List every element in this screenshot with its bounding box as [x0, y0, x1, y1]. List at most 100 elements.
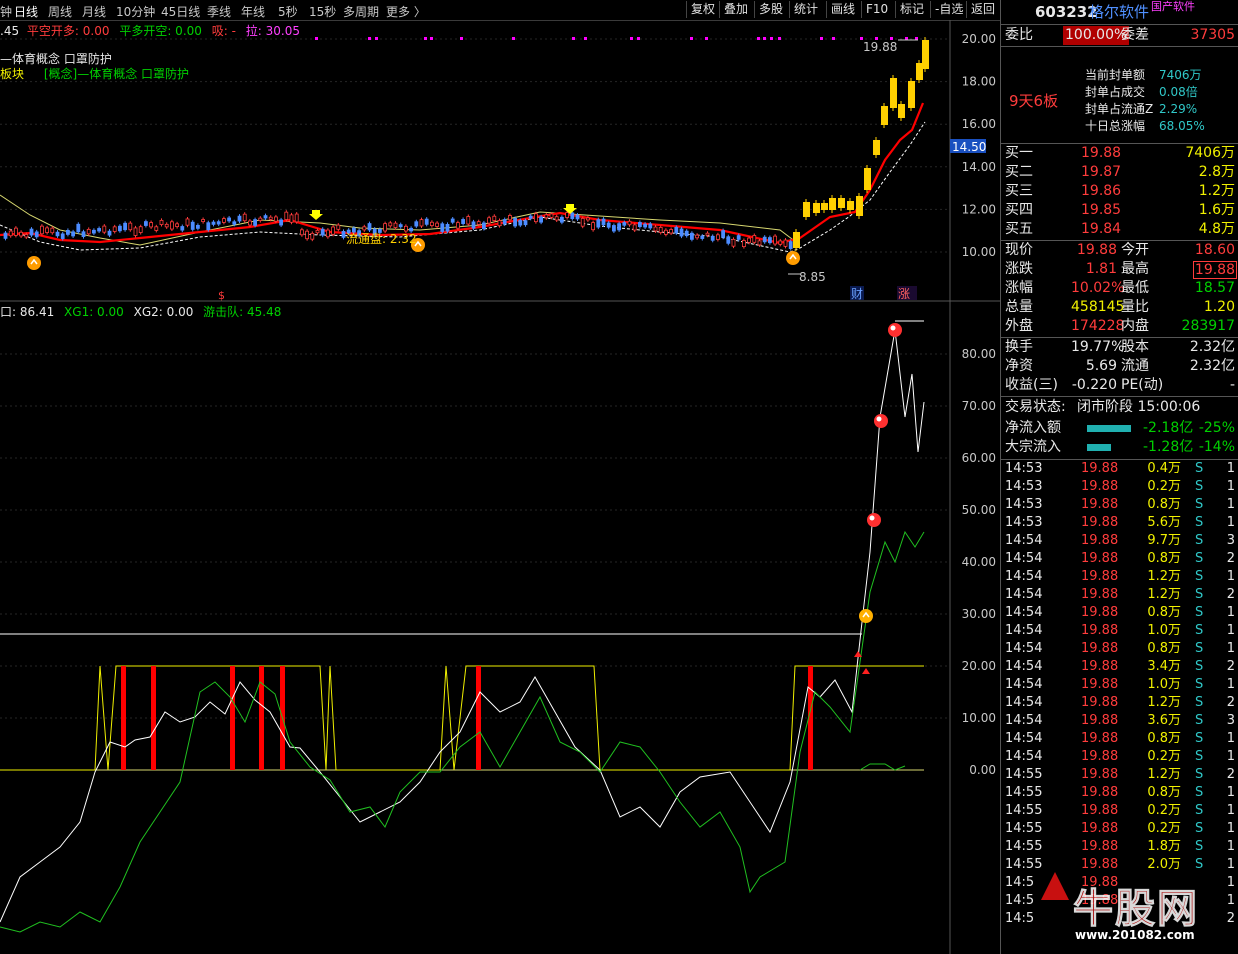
- green-indicator-line: [0, 530, 925, 933]
- signal-dot: [778, 37, 781, 40]
- candle-body: [684, 230, 689, 237]
- tick-side: S: [1195, 695, 1204, 710]
- tick-price: 19.88: [1081, 551, 1119, 566]
- bid-label: 买三: [1005, 183, 1033, 199]
- candle-body: [388, 222, 393, 227]
- f10-button[interactable]: F10: [861, 1, 892, 18]
- tick-time: 14:55: [1005, 821, 1043, 836]
- tab-weekly[interactable]: 周线: [48, 3, 72, 20]
- candle-body: [86, 228, 91, 235]
- sub-header-c: XG2: 0.00: [133, 305, 194, 319]
- candle-body: [107, 230, 112, 236]
- tab-5sec[interactable]: 5秒: [278, 3, 298, 20]
- tick-side: S: [1195, 605, 1204, 620]
- signal-dot: [584, 37, 587, 40]
- tick-time: 14:55: [1005, 803, 1043, 818]
- candle-body: [440, 223, 445, 232]
- tick-price: 19.88: [1081, 767, 1119, 782]
- tab-15sec[interactable]: 15秒: [309, 3, 336, 20]
- candle-body: [580, 218, 585, 227]
- white-indicator-line: [0, 329, 925, 923]
- tick-price: 19.88: [1081, 659, 1119, 674]
- watchlist-button[interactable]: -自选: [930, 1, 967, 18]
- indicator-chart[interactable]: 80.00 70.00 60.00 50.00 40.00 30.00 20.00 10.00…: [0, 302, 1000, 954]
- mark-button[interactable]: 标记: [895, 1, 928, 18]
- candle-body: [601, 218, 606, 226]
- flow-label: 大宗流入: [1005, 439, 1061, 455]
- candlestick-chart[interactable]: 20.00 18.00 16.00 14.00 12.00 10.00 14.50 19.88…: [0, 20, 1000, 302]
- tick-count: 3: [1226, 713, 1235, 728]
- tick-row: 14:55 19.88 0.2万 S 1: [1003, 820, 1237, 838]
- tick-count: 1: [1226, 749, 1235, 764]
- tick-volume: 3.4万: [1147, 659, 1181, 674]
- candle-body: [263, 215, 268, 219]
- stat-value-right: 1.20: [1203, 299, 1235, 315]
- candle-body: [549, 213, 554, 218]
- indicator-axis-label: 40.00: [962, 555, 996, 569]
- candle-body: [154, 226, 159, 231]
- indicator-axis-label: 70.00: [962, 399, 996, 413]
- tick-price: 19.88: [1081, 677, 1119, 692]
- tab-45day[interactable]: 45日线: [161, 3, 200, 20]
- tick-time: 14:54: [1005, 713, 1043, 728]
- tab-quarterly[interactable]: 季线: [207, 3, 231, 20]
- candle-body: [700, 235, 705, 239]
- stat-label-right: 今开: [1121, 242, 1149, 258]
- limit-up-tag: 涨: [898, 286, 910, 301]
- tick-time: 14:54: [1005, 695, 1043, 710]
- tab-yearly[interactable]: 年线: [241, 3, 265, 20]
- candle-body: [466, 216, 471, 225]
- tick-volume: 1.0万: [1147, 623, 1181, 638]
- bid-label: 买一: [1005, 145, 1033, 161]
- candle-body: [742, 240, 746, 248]
- signal-bar: [476, 666, 481, 770]
- seal-row: 十日总涨幅 68.05%: [1003, 117, 1237, 136]
- candle-body: [487, 217, 492, 224]
- tab-10min[interactable]: 10分钟: [116, 3, 155, 20]
- fundamental-label-right: PE(动): [1121, 377, 1164, 393]
- tab-daily[interactable]: 日线: [14, 3, 38, 20]
- tick-row: 14:55 19.88 1.8万 S 1: [1003, 838, 1237, 856]
- fundamental-value-right: -: [1229, 377, 1235, 393]
- current-price-tag: 14.50: [952, 140, 986, 154]
- tick-side: S: [1195, 713, 1204, 728]
- adjust-button[interactable]: 复权: [686, 1, 719, 18]
- weibi-value: 100.00%: [1063, 26, 1130, 45]
- candle-body: [237, 215, 242, 222]
- low-marker-label: 8.85: [799, 270, 826, 284]
- tab-multi-period[interactable]: 多周期: [343, 3, 379, 20]
- candle-body: [736, 235, 741, 240]
- tab-monthly[interactable]: 月线: [82, 3, 106, 20]
- sector-tag: 国产软件: [1151, 0, 1195, 13]
- fundamental-row: 净资 5.69 流通 2.32亿: [1003, 357, 1237, 376]
- candle-body: [159, 219, 164, 225]
- flow-bar: [1087, 425, 1131, 432]
- candle-body: [653, 226, 658, 232]
- candle-body: [424, 218, 429, 225]
- candle-body: [315, 229, 320, 234]
- candle-body: [643, 223, 647, 228]
- tick-time: 14:55: [1005, 785, 1043, 800]
- fundamental-label-right: 流通: [1121, 358, 1149, 374]
- candle-body: [622, 222, 627, 226]
- stats-button[interactable]: 统计: [789, 1, 822, 18]
- tick-price: 19.88: [1081, 479, 1119, 494]
- watermark: 牛股网 www.201082.com: [1041, 872, 1237, 952]
- tick-row: 14:54 19.88 0.2万 S 1: [1003, 748, 1237, 766]
- tab-more[interactable]: 更多 〉: [386, 3, 426, 20]
- multi-stock-button[interactable]: 多股: [754, 1, 787, 18]
- tick-price: 19.88: [1081, 515, 1119, 530]
- stat-value-left: 1.81: [1085, 261, 1117, 277]
- period-toolbar: 钟 日线 周线 月线 10分钟 45日线 季线 年线 5秒 15秒 多周期 更多…: [0, 0, 1000, 21]
- back-button[interactable]: 返回: [966, 1, 999, 18]
- candle-body: [523, 220, 528, 226]
- candle-body: [690, 232, 694, 240]
- candle-body: [102, 225, 107, 233]
- flow-label: 净流入额: [1005, 420, 1061, 436]
- candle-body: [299, 229, 304, 236]
- draw-button[interactable]: 画线: [826, 1, 859, 18]
- candle-body: [596, 219, 601, 228]
- signal-dot: [820, 37, 823, 40]
- overlay-button[interactable]: 叠加: [719, 1, 752, 18]
- rally-candle: [856, 196, 863, 216]
